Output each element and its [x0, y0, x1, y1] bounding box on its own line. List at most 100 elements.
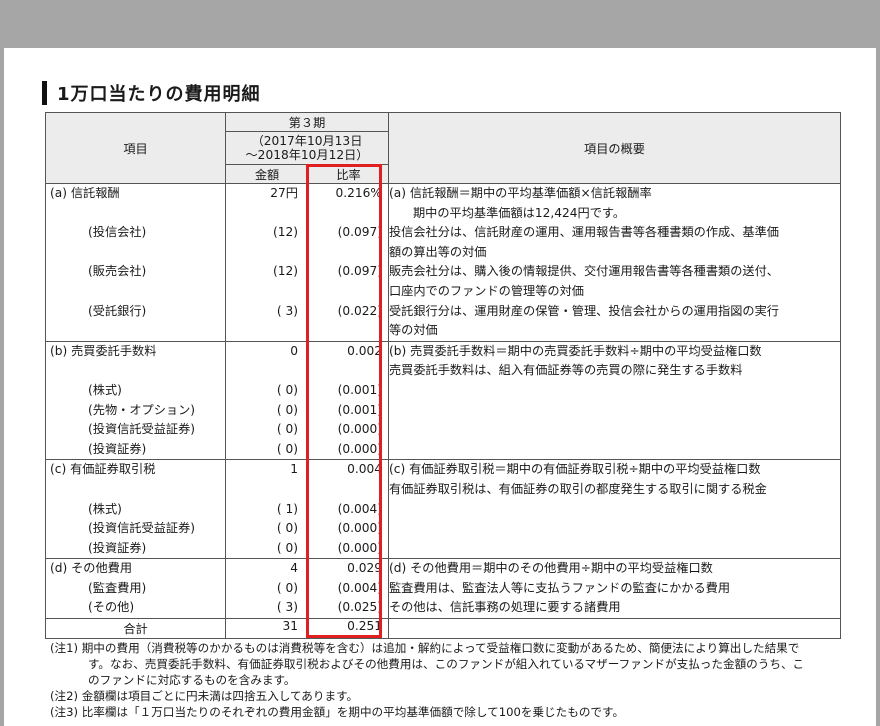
ratio-cell: (0.000) [337, 521, 382, 536]
section-a-ratios: 0.216% (0.097) (0.097) (0.022) [308, 183, 389, 342]
amount-cell: ( 0) [276, 540, 298, 555]
ratio-cell: (0.022) [337, 303, 382, 318]
amount-cell: (12) [272, 225, 298, 240]
overview-line: 受託銀行分は、運用財産の保管・管理、投信会社からの運用指図の実行 [389, 303, 779, 318]
section-d-items: (d) その他費用 (監査費用) (その他) [45, 558, 226, 620]
note-1-line-2: す。なお、売買委託手数料、有価証券取引税およびその他費用は、このファンドが組入れ… [88, 657, 805, 671]
overview-line: 期中の平均基準価額は12,424円です。 [413, 205, 626, 220]
amount-cell: 4 [290, 561, 298, 576]
overview-line: (d) その他費用＝期中のその他費用÷期中の平均受益権口数 [389, 561, 713, 576]
amount-cell: 0 [290, 343, 298, 358]
ratio-cell: (0.004) [337, 501, 382, 516]
section-b-amounts: 0 ( 0) ( 0) ( 0) ( 0) [225, 340, 309, 461]
header-period-range: （2017年10月13日 ～2018年10月12日） [225, 131, 389, 165]
amount-cell: ( 0) [276, 402, 298, 417]
overview-line: (b) 売買委託手数料＝期中の売買委託手数料÷期中の平均受益権口数 [389, 343, 762, 358]
total-row: 合計 31 0.251 [45, 618, 841, 640]
amount-cell: ( 0) [276, 422, 298, 437]
amount-cell: 27円 [270, 186, 298, 200]
page-frame-right [876, 48, 880, 726]
amount-cell: ( 0) [276, 382, 298, 397]
amount-cell: (12) [272, 264, 298, 279]
table-row: (b) 売買委託手数料 (株式) (先物・オプション) (投資信託受益証券) (… [45, 340, 841, 461]
header-amount: 金額 [225, 164, 309, 184]
overview-line: 売買委託手数料は、組入有価証券等の売買の際に発生する手数料 [389, 363, 743, 378]
list-item: (投資証券) [88, 441, 147, 456]
total-overview [388, 618, 841, 640]
ratio-cell: (0.000) [337, 540, 382, 555]
overview-line: 監査費用は、監査法人等に支払うファンドの監査にかかる費用 [389, 580, 731, 595]
section-a-items: (a) 信託報酬 (投信会社) (販売会社) (受託銀行) [45, 183, 226, 342]
list-item: (監査費用) [88, 580, 147, 595]
overview-line: (a) 信託報酬＝期中の平均基準価額×信託報酬率 [389, 186, 652, 200]
overview-line: 販売会社分は、購入後の情報提供、交付運用報告書等各種書類の送付、 [389, 264, 779, 279]
page-frame-left [0, 48, 4, 726]
section-b-ratios: 0.002 (0.001) (0.001) (0.000) (0.000) [308, 340, 389, 461]
list-item: (d) その他費用 [50, 561, 133, 576]
overview-line: 投信会社分は、信託財産の運用、運用報告書等各種書類の作成、基準価 [389, 225, 779, 240]
section-c-overview: (c) 有価証券取引税＝期中の有価証券取引税÷期中の平均受益権口数 有価証券取引… [388, 459, 841, 560]
ratio-cell: (0.000) [337, 422, 382, 437]
ratio-cell: 0.002 [347, 343, 382, 358]
list-item: (その他) [88, 600, 135, 615]
ratio-cell: (0.001) [337, 382, 382, 397]
section-a-overview: (a) 信託報酬＝期中の平均基準価額×信託報酬率 期中の平均基準価額は12,42… [388, 183, 841, 342]
amount-cell: ( 3) [276, 600, 298, 615]
section-heading: 1万口当たりの費用明細 [42, 80, 261, 106]
ratio-cell: (0.025) [337, 600, 382, 615]
ratio-cell: 0.004 [347, 462, 382, 477]
top-banner [0, 0, 880, 48]
section-b-overview: (b) 売買委託手数料＝期中の売買委託手数料÷期中の平均受益権口数 売買委託手数… [388, 340, 841, 461]
overview-line: 等の対価 [389, 323, 438, 338]
overview-line: 口座内でのファンドの管理等の対価 [389, 283, 584, 298]
note-3: (注3) 比率欄は「１万口当たりのそれぞれの費用金額」を期中の平均基準価額で除し… [50, 705, 625, 719]
section-b-items: (b) 売買委託手数料 (株式) (先物・オプション) (投資信託受益証券) (… [45, 340, 226, 461]
list-item: (a) 信託報酬 [50, 186, 120, 200]
heading-bar-icon [42, 81, 47, 105]
total-label: 合計 [45, 618, 226, 640]
table-row: (c) 有価証券取引税 (株式) (投資信託受益証券) (投資証券) 1 ( 1… [45, 459, 841, 560]
note-1-line-3: のファンドに対応するものを含みます。 [88, 673, 296, 687]
heading-text: 1万口当たりの費用明細 [57, 84, 261, 105]
note-1-line-1: (注1) 期中の費用（消費税等のかかるものは消費税等を含む）は追加・解約によって… [50, 641, 800, 655]
list-item: (c) 有価証券取引税 [50, 462, 156, 477]
section-c-items: (c) 有価証券取引税 (株式) (投資信託受益証券) (投資証券) [45, 459, 226, 560]
amount-cell: ( 0) [276, 521, 298, 536]
cost-table: 項目 第３期 項目の概要 （2017年10月13日 ～2018年10月12日） … [45, 112, 841, 640]
list-item: (販売会社) [88, 264, 147, 279]
ratio-cell: (0.004) [337, 580, 382, 595]
list-item: (受託銀行) [88, 303, 147, 318]
section-d-amounts: 4 ( 0) ( 3) [225, 558, 309, 620]
ratio-cell: (0.097) [337, 225, 382, 240]
header-period: 第３期 [225, 112, 389, 132]
list-item: (投資信託受益証券) [88, 521, 196, 536]
header-item: 項目 [45, 112, 226, 184]
overview-line: 有価証券取引税は、有価証券の取引の都度発生する取引に関する税金 [389, 481, 767, 496]
ratio-cell: 0.029 [347, 561, 382, 576]
footnotes: (注1) 期中の費用（消費税等のかかるものは消費税等を含む）は追加・解約によって… [50, 640, 850, 720]
section-c-ratios: 0.004 (0.004) (0.000) (0.000) [308, 459, 389, 560]
list-item: (投資証券) [88, 540, 147, 555]
list-item: (株式) [88, 382, 122, 397]
header-overview: 項目の概要 [388, 112, 841, 184]
list-item: (b) 売買委託手数料 [50, 343, 157, 358]
section-d-overview: (d) その他費用＝期中のその他費用÷期中の平均受益権口数 監査費用は、監査法人… [388, 558, 841, 620]
amount-cell: 1 [290, 462, 298, 477]
header-ratio: 比率 [308, 164, 389, 184]
list-item: (株式) [88, 501, 122, 516]
section-d-ratios: 0.029 (0.004) (0.025) [308, 558, 389, 620]
table-row: (a) 信託報酬 (投信会社) (販売会社) (受託銀行) 27円 (12) (… [45, 183, 841, 342]
period-range-start: （2017年10月13日 [251, 134, 363, 148]
total-ratio: 0.251 [308, 618, 389, 640]
amount-cell: ( 3) [276, 303, 298, 318]
note-2: (注2) 金額欄は項目ごとに円未満は四捨五入してあります。 [50, 689, 359, 703]
period-range-end: ～2018年10月12日） [245, 148, 369, 162]
table-row: (d) その他費用 (監査費用) (その他) 4 ( 0) ( 3) 0.029… [45, 558, 841, 620]
list-item: (投資信託受益証券) [88, 422, 196, 437]
section-c-amounts: 1 ( 1) ( 0) ( 0) [225, 459, 309, 560]
overview-line: (c) 有価証券取引税＝期中の有価証券取引税÷期中の平均受益権口数 [389, 462, 761, 477]
ratio-cell: (0.001) [337, 402, 382, 417]
ratio-cell: 0.216% [335, 186, 382, 200]
list-item: (先物・オプション) [88, 402, 196, 417]
overview-line: その他は、信託事務の処理に要する諸費用 [389, 600, 621, 615]
